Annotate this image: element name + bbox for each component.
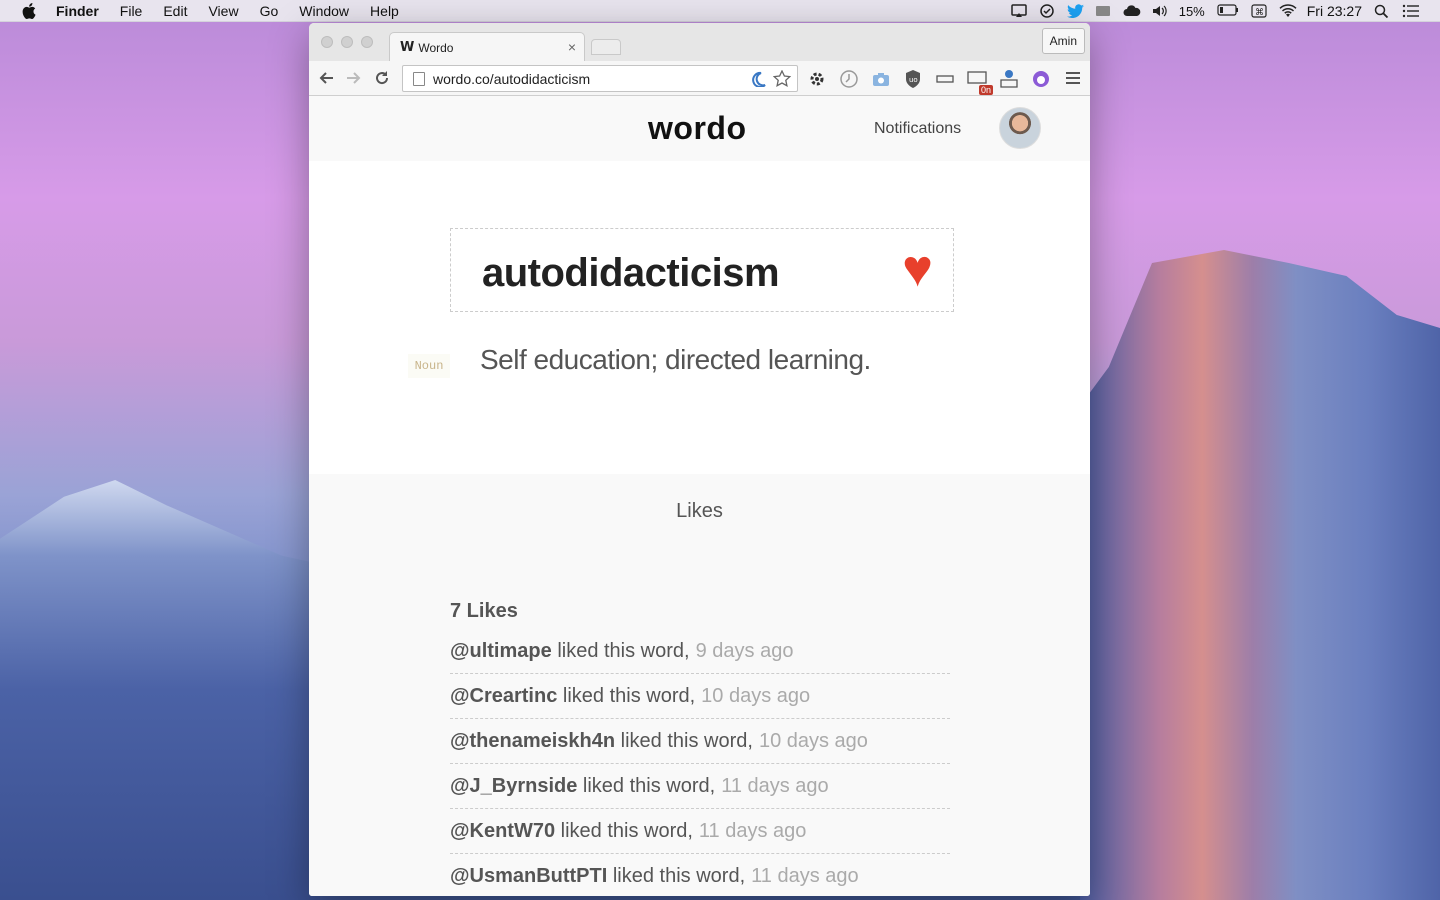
display-icon[interactable] [1095, 4, 1111, 18]
reload-button[interactable] [371, 67, 393, 89]
minimize-window-button[interactable] [341, 36, 353, 48]
menu-file[interactable]: File [120, 3, 143, 19]
like-item: @J_Byrnside liked this word, 11 days ago [450, 764, 950, 809]
page-icon [413, 71, 425, 86]
zoom-window-button[interactable] [361, 36, 373, 48]
like-item: @thenameiskh4n liked this word, 10 days a… [450, 719, 950, 764]
tab-favicon: W [400, 40, 415, 55]
browser-tab[interactable]: W Wordo × [389, 32, 585, 62]
screen-extension-icon[interactable]: 0n [967, 69, 993, 95]
wifi-icon[interactable] [1279, 4, 1297, 18]
bookmark-star-icon[interactable] [772, 69, 792, 91]
menu-app-name[interactable]: Finder [56, 3, 99, 19]
like-text: liked this word, [560, 819, 693, 842]
menubar: Finder File Edit View Go Window Help 15%… [0, 0, 1440, 22]
like-time: 10 days ago [701, 684, 811, 707]
like-username[interactable]: @Creartinc [450, 685, 557, 708]
cloud-icon[interactable] [1123, 4, 1141, 18]
like-username[interactable]: @ultimape [450, 640, 552, 663]
menu-window[interactable]: Window [299, 3, 349, 19]
like-username[interactable]: @UsmanButtPTI [450, 865, 607, 888]
word-title: autodidacticism [482, 251, 780, 295]
back-button[interactable] [315, 67, 337, 89]
like-username[interactable]: @thenameiskh4n [450, 730, 615, 753]
browser-menu-icon[interactable] [1066, 71, 1080, 90]
like-time: 11 days ago [721, 774, 829, 797]
tab-title: Wordo [418, 40, 454, 55]
twitter-icon[interactable] [1066, 4, 1084, 19]
keyboard-icon[interactable]: ⌘ [1251, 4, 1267, 18]
notifications-link[interactable]: Notifications [874, 120, 961, 138]
word-card: autodidacticism ♥ [450, 228, 954, 312]
extensions-bar: uo 0n [807, 69, 1051, 95]
user-avatar[interactable] [999, 107, 1041, 149]
like-time: 10 days ago [758, 729, 868, 752]
likes-count: 7 Likes [450, 600, 518, 622]
like-text: liked this word, [620, 729, 753, 752]
ghost-extension-icon[interactable] [1031, 69, 1051, 89]
minus-extension-icon[interactable] [935, 69, 955, 89]
like-item: @Creartinc liked this word, 10 days ago [450, 674, 950, 719]
airplay-icon[interactable] [1010, 4, 1027, 18]
volume-icon[interactable] [1151, 4, 1167, 18]
menu-go[interactable]: Go [260, 3, 279, 19]
spotlight-search-icon[interactable] [1374, 4, 1390, 19]
menu-view[interactable]: View [208, 3, 238, 19]
inbox-extension-icon[interactable] [999, 69, 1019, 89]
menu-help[interactable]: Help [370, 3, 399, 19]
clock-extension-icon[interactable] [839, 69, 859, 89]
likes-section: Likes 7 Likes @ultimape liked this word,… [309, 474, 1090, 896]
like-item: @UsmanButtPTI liked this word, 11 days ag… [450, 854, 950, 896]
site-logo[interactable]: wordo [648, 110, 746, 147]
moon-extension-icon[interactable] [749, 71, 767, 90]
like-username[interactable]: @KentW70 [450, 820, 555, 843]
ublock-shield-icon[interactable]: uo [903, 69, 923, 89]
forward-button[interactable] [343, 67, 365, 89]
like-time: 9 days ago [695, 639, 794, 662]
apple-menu-icon[interactable] [20, 2, 38, 20]
site-header: wordo Notifications [309, 96, 1090, 161]
title-bar: W Wordo × Amin [309, 23, 1090, 62]
close-window-button[interactable] [321, 36, 333, 48]
likes-heading: Likes [676, 500, 723, 522]
like-text: liked this word, [612, 864, 746, 887]
like-item: @ultimape liked this word, 9 days ago [450, 629, 950, 674]
likes-list: @ultimape liked this word, 9 days ago @Cr… [450, 629, 950, 896]
heart-like-icon[interactable]: ♥ [902, 243, 933, 295]
status-area: 15% ⌘ Fri 23:27 [1010, 0, 1440, 22]
like-username[interactable]: @J_Byrnside [450, 775, 577, 798]
window-controls [321, 36, 373, 48]
address-bar[interactable]: wordo.co/autodidacticism [402, 65, 798, 92]
word-definition: Self education; directed learning. [480, 344, 871, 375]
menu-edit[interactable]: Edit [163, 3, 187, 19]
browser-window: W Wordo × Amin wordo.co/autodidacticism [309, 23, 1090, 896]
svg-text:uo: uo [909, 76, 918, 84]
menubar-clock[interactable]: Fri 23:27 [1307, 3, 1362, 19]
battery-icon[interactable] [1217, 4, 1239, 18]
like-time: 11 days ago [698, 819, 807, 842]
svg-text:⌘: ⌘ [1255, 7, 1264, 17]
url-text: wordo.co/autodidacticism [433, 70, 591, 87]
part-of-speech-badge: Noun [408, 354, 450, 378]
notification-center-icon[interactable] [1402, 4, 1419, 18]
like-text: liked this word, [562, 684, 696, 707]
browser-toolbar: wordo.co/autodidacticism uo 0n [309, 61, 1090, 96]
word-section: autodidacticism ♥ Noun Self education; d… [309, 161, 1090, 477]
battery-percent: 15% [1178, 3, 1205, 19]
extension-badge: 0n [978, 85, 993, 95]
like-time: 11 days ago [751, 864, 859, 887]
like-item: @KentW70 liked this word, 11 days ago [450, 809, 950, 854]
wallpaper-mountain-left [0, 480, 320, 900]
like-text: liked this word, [557, 639, 690, 662]
wallpaper-half-dome [1080, 250, 1440, 900]
profile-button[interactable]: Amin [1041, 28, 1085, 54]
camera-extension-icon[interactable] [871, 69, 891, 89]
settings-gear-icon[interactable] [807, 69, 827, 89]
new-tab-button[interactable] [591, 39, 621, 55]
tab-close-icon[interactable]: × [568, 39, 576, 55]
like-text: liked this word, [582, 774, 716, 797]
tasks-check-icon[interactable] [1039, 4, 1055, 18]
